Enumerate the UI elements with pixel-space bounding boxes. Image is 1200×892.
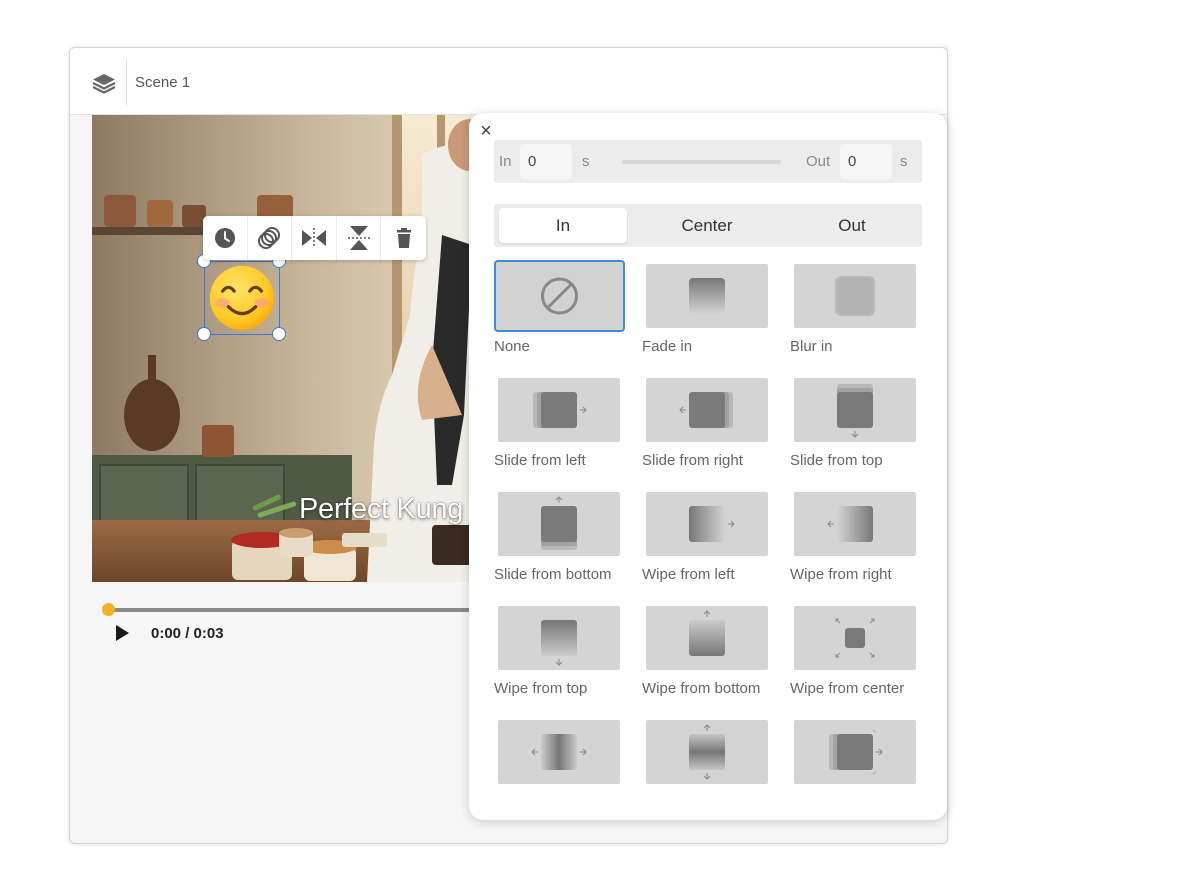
playback-scrubber-knob[interactable] bbox=[102, 603, 115, 616]
none-icon bbox=[541, 277, 578, 315]
element-toolbar bbox=[203, 216, 426, 260]
animation-button[interactable] bbox=[248, 216, 293, 260]
smiling-face-emoji-icon bbox=[209, 265, 275, 331]
effect-wipe-from-right[interactable]: Wipe from right bbox=[790, 488, 922, 598]
slide-left-icon bbox=[533, 392, 587, 428]
delete-button[interactable] bbox=[381, 216, 426, 260]
flip-horizontal-icon bbox=[301, 228, 326, 248]
in-time-unit: s bbox=[582, 153, 590, 170]
timing-controls: In s Out s bbox=[494, 140, 922, 183]
effect-thumbnail bbox=[498, 378, 620, 442]
effect-wipe-from-top[interactable]: Wipe from top bbox=[494, 602, 626, 712]
close-icon[interactable]: × bbox=[478, 121, 494, 141]
effect-fade-in[interactable]: Fade in bbox=[642, 260, 774, 370]
effect-thumbnail bbox=[646, 606, 768, 670]
in-time-label: In bbox=[499, 153, 512, 170]
animation-phase-tabs: In Center Out bbox=[494, 204, 922, 247]
video-caption-text: Perfect Kung bbox=[299, 493, 464, 525]
scene-title[interactable]: Scene 1 bbox=[135, 74, 190, 91]
effect-label: Wipe from center bbox=[790, 680, 905, 697]
effect-thumbnail bbox=[646, 378, 768, 442]
effect-thumbnail bbox=[794, 378, 916, 442]
tab-in[interactable]: In bbox=[499, 208, 627, 243]
animation-icon bbox=[258, 227, 281, 249]
emoji-sticker[interactable]: 😊 bbox=[197, 254, 286, 341]
flip-horizontal-button[interactable] bbox=[292, 216, 337, 260]
effect-label: Wipe from top bbox=[494, 680, 588, 697]
effect-thumbnail bbox=[498, 720, 620, 784]
effect-slide-from-bottom[interactable]: Slide from bottom bbox=[494, 488, 626, 598]
effect-thumbnail bbox=[498, 606, 620, 670]
effect-zoom-out[interactable] bbox=[790, 716, 922, 826]
header-divider bbox=[126, 60, 127, 106]
effect-label: Slide from top bbox=[790, 452, 883, 469]
effect-wipe-from-bottom[interactable]: Wipe from bottom bbox=[642, 602, 774, 712]
effect-slide-from-top[interactable]: Slide from top bbox=[790, 374, 922, 484]
effect-thumbnail bbox=[794, 264, 916, 328]
wipe-right-icon bbox=[827, 506, 873, 542]
effect-label: None bbox=[494, 338, 530, 355]
flip-vertical-icon bbox=[347, 226, 370, 250]
effect-label: Wipe from left bbox=[642, 566, 735, 583]
effect-none[interactable]: None bbox=[494, 260, 626, 370]
effect-label: Wipe from bottom bbox=[642, 680, 761, 697]
tab-center[interactable]: Center bbox=[637, 208, 777, 243]
slide-top-icon bbox=[837, 384, 873, 438]
wipe-top-icon bbox=[541, 620, 577, 666]
split-horizontal-icon bbox=[531, 734, 587, 770]
effect-slide-from-right[interactable]: Slide from right bbox=[642, 374, 774, 484]
trash-icon bbox=[396, 228, 411, 248]
effect-thumbnail bbox=[794, 492, 916, 556]
effect-wipe-from-center[interactable]: Wipe from center bbox=[790, 602, 922, 712]
wipe-left-icon bbox=[689, 506, 735, 542]
split-vertical-icon bbox=[689, 724, 725, 780]
tab-out[interactable]: Out bbox=[787, 208, 917, 243]
effect-label: Wipe from right bbox=[790, 566, 892, 583]
resize-handle-bottom-right[interactable] bbox=[272, 327, 286, 341]
effect-label: Fade in bbox=[642, 338, 693, 355]
play-button[interactable] bbox=[114, 624, 130, 642]
effect-label: Slide from left bbox=[494, 452, 586, 469]
out-time-label: Out bbox=[806, 153, 831, 170]
flip-vertical-button[interactable] bbox=[337, 216, 382, 260]
out-time-input[interactable] bbox=[840, 144, 892, 179]
effect-thumbnail bbox=[646, 264, 768, 328]
wipe-center-icon bbox=[835, 618, 875, 658]
effect-slide-from-left[interactable]: Slide from left bbox=[494, 374, 626, 484]
blur-in-icon bbox=[835, 276, 875, 316]
effect-thumbnail bbox=[494, 260, 625, 332]
effect-split-horizontal[interactable] bbox=[494, 716, 626, 826]
effect-thumbnail bbox=[646, 492, 768, 556]
layers-icon[interactable] bbox=[90, 70, 118, 96]
playback-progress-bar[interactable] bbox=[108, 608, 508, 612]
animation-panel: × In s Out s In Center Out None Fade i bbox=[469, 113, 947, 820]
effect-thumbnail bbox=[498, 492, 620, 556]
video-preview[interactable]: Perfect Kung 😊 bbox=[92, 115, 492, 582]
fade-in-icon bbox=[689, 278, 725, 314]
effect-split-vertical[interactable] bbox=[642, 716, 774, 826]
zoom-out-icon bbox=[829, 729, 883, 775]
resize-handle-bottom-left[interactable] bbox=[197, 327, 211, 341]
effect-thumbnail bbox=[794, 720, 916, 784]
timing-button[interactable] bbox=[203, 216, 248, 260]
slide-right-icon bbox=[679, 392, 733, 428]
editor-header: Scene 1 bbox=[70, 48, 947, 115]
timing-slider[interactable] bbox=[622, 160, 781, 164]
effect-thumbnail bbox=[646, 720, 768, 784]
in-time-input[interactable] bbox=[520, 144, 572, 179]
effect-label: Slide from bottom bbox=[494, 566, 612, 583]
effect-label: Blur in bbox=[790, 338, 833, 355]
effect-label: Slide from right bbox=[642, 452, 743, 469]
wipe-bottom-icon bbox=[689, 610, 725, 656]
clock-icon bbox=[214, 228, 235, 248]
slide-bottom-icon bbox=[541, 496, 577, 550]
effect-wipe-from-left[interactable]: Wipe from left bbox=[642, 488, 774, 598]
effect-blur-in[interactable]: Blur in bbox=[790, 260, 922, 370]
effect-thumbnail bbox=[794, 606, 916, 670]
out-time-unit: s bbox=[900, 153, 908, 170]
play-icon bbox=[116, 625, 129, 641]
time-display: 0:00 / 0:03 bbox=[151, 625, 224, 642]
